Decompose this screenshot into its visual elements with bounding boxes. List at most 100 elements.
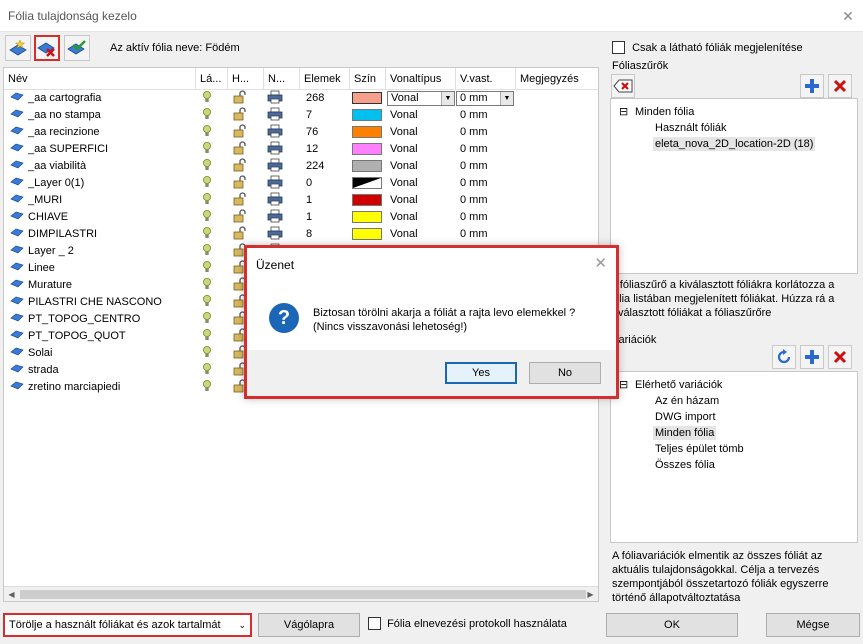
yes-button[interactable]: Yes (445, 362, 517, 384)
filter-tree-root[interactable]: Minden fólia (635, 105, 694, 119)
linetype-value[interactable]: Vonal (390, 124, 452, 141)
lightbulb-icon[interactable] (202, 379, 216, 396)
color-swatch[interactable] (352, 92, 382, 104)
remove-variation-button[interactable] (828, 345, 852, 369)
variation-tree[interactable]: ⊟ Elérhető variációk Az én házam DWG imp… (610, 371, 858, 543)
color-swatch[interactable] (352, 143, 382, 155)
delete-mode-select[interactable]: Törölje a használt fóliákat és azok tart… (3, 613, 252, 637)
lineweight-value[interactable]: 0 mm (460, 209, 514, 226)
variation-tree-item-2[interactable]: Minden fólia (653, 426, 717, 440)
column-header-linetype[interactable]: Vonaltípus (386, 68, 456, 90)
horizontal-scrollbar[interactable]: ◀ ▶ (4, 586, 598, 601)
lock-icon[interactable] (232, 107, 250, 124)
lock-icon[interactable] (232, 141, 250, 158)
lock-icon[interactable] (232, 90, 250, 107)
lightbulb-icon[interactable] (202, 90, 216, 107)
lock-icon[interactable] (232, 158, 250, 175)
lightbulb-icon[interactable] (202, 158, 216, 175)
printer-icon[interactable] (267, 175, 285, 192)
layer-name[interactable]: DIMPILASTRI (28, 226, 196, 243)
add-filter-button[interactable] (800, 74, 824, 98)
lineweight-select[interactable]: 0 mm ▼ (456, 91, 514, 106)
tree-toggle-icon[interactable]: ⊟ (619, 105, 628, 119)
protocol-checkbox-row[interactable]: Fólia elnevezési protokoll használata (368, 617, 567, 630)
lightbulb-icon[interactable] (202, 362, 216, 379)
new-layer-button[interactable] (5, 35, 31, 61)
column-header-visible[interactable]: Lá... (196, 68, 228, 90)
lineweight-value[interactable]: 0 mm (460, 175, 514, 192)
color-swatch[interactable] (352, 177, 382, 189)
printer-icon[interactable] (267, 209, 285, 226)
variation-tree-item-0[interactable]: Az én házam (655, 394, 719, 408)
column-header-lineweight[interactable]: V.vast. (456, 68, 516, 90)
color-swatch[interactable] (352, 126, 382, 138)
layer-name[interactable]: _Layer 0(1) (28, 175, 196, 192)
add-variation-button[interactable] (800, 345, 824, 369)
layer-check-button[interactable] (64, 35, 90, 61)
color-swatch[interactable] (352, 228, 382, 240)
table-row[interactable]: _aa viabilità 224 Vonal 0 mm (4, 158, 598, 175)
lineweight-value[interactable]: 0 mm (460, 141, 514, 158)
lock-icon[interactable] (232, 124, 250, 141)
layer-name[interactable]: PT_TOPOG_CENTRO (28, 311, 196, 328)
variation-tree-item-4[interactable]: Összes fólia (655, 458, 715, 472)
layer-name[interactable]: CHIAVE (28, 209, 196, 226)
scroll-left-icon[interactable]: ◀ (4, 587, 19, 601)
remove-filter-button[interactable] (828, 74, 852, 98)
color-swatch[interactable] (352, 109, 382, 121)
variation-tree-root[interactable]: Elérhető variációk (635, 378, 722, 392)
lightbulb-icon[interactable] (202, 141, 216, 158)
column-header-lock[interactable]: H... (228, 68, 264, 90)
layer-name[interactable]: PT_TOPOG_QUOT (28, 328, 196, 345)
layer-name[interactable]: _MURI (28, 192, 196, 209)
lightbulb-icon[interactable] (202, 260, 216, 277)
tree-toggle-icon[interactable]: ⊟ (619, 378, 628, 392)
table-row[interactable]: _aa SUPERFICI 12 Vonal 0 mm (4, 141, 598, 158)
linetype-value[interactable]: Vonal (390, 192, 452, 209)
printer-icon[interactable] (267, 226, 285, 243)
layer-name[interactable]: zretino marciapiedi (28, 379, 196, 396)
variation-tree-item-1[interactable]: DWG import (655, 410, 716, 424)
table-row[interactable]: _aa recinzione 76 Vonal 0 mm (4, 124, 598, 141)
ok-button[interactable]: OK (606, 613, 738, 637)
lock-icon[interactable] (232, 175, 250, 192)
table-row[interactable]: CHIAVE 1 Vonal 0 mm (4, 209, 598, 226)
lightbulb-icon[interactable] (202, 277, 216, 294)
lock-icon[interactable] (232, 226, 250, 243)
printer-icon[interactable] (267, 90, 285, 107)
lightbulb-icon[interactable] (202, 345, 216, 362)
table-row[interactable]: _aa no stampa 7 Vonal 0 mm (4, 107, 598, 124)
lightbulb-icon[interactable] (202, 294, 216, 311)
lock-icon[interactable] (232, 209, 250, 226)
layer-name[interactable]: PILASTRI CHE NASCONO (28, 294, 196, 311)
layer-name[interactable]: _aa viabilità (28, 158, 196, 175)
lightbulb-icon[interactable] (202, 107, 216, 124)
linetype-select[interactable]: Vonal ▼ (387, 91, 455, 106)
lock-icon[interactable] (232, 192, 250, 209)
printer-icon[interactable] (267, 107, 285, 124)
lightbulb-icon[interactable] (202, 243, 216, 260)
scroll-right-icon[interactable]: ▶ (583, 587, 598, 601)
delete-layer-button[interactable] (34, 35, 60, 61)
color-swatch[interactable] (352, 160, 382, 172)
lineweight-value[interactable]: 0 mm (460, 124, 514, 141)
delete-filter-button[interactable] (611, 74, 635, 98)
visible-only-checkbox-row[interactable]: Csak a látható fóliák megjelenítése (612, 41, 803, 54)
color-swatch[interactable] (352, 194, 382, 206)
scrollbar-thumb[interactable] (20, 590, 586, 599)
printer-icon[interactable] (267, 192, 285, 209)
column-header-print[interactable]: N... (264, 68, 300, 90)
printer-icon[interactable] (267, 158, 285, 175)
linetype-value[interactable]: Vonal (390, 158, 452, 175)
linetype-value[interactable]: Vonal (390, 141, 452, 158)
table-row[interactable]: _Layer 0(1) 0 Vonal 0 mm (4, 175, 598, 192)
linetype-value[interactable]: Vonal (390, 175, 452, 192)
linetype-value[interactable]: Vonal (390, 107, 452, 124)
printer-icon[interactable] (267, 141, 285, 158)
dialog-close-button[interactable]: ✕ (594, 254, 607, 272)
layer-name[interactable]: _aa SUPERFICI (28, 141, 196, 158)
clipboard-button[interactable]: Vágólapra (258, 613, 360, 637)
layer-name[interactable]: Solai (28, 345, 196, 362)
layer-name[interactable]: _aa recinzione (28, 124, 196, 141)
column-header-color[interactable]: Szín (350, 68, 386, 90)
